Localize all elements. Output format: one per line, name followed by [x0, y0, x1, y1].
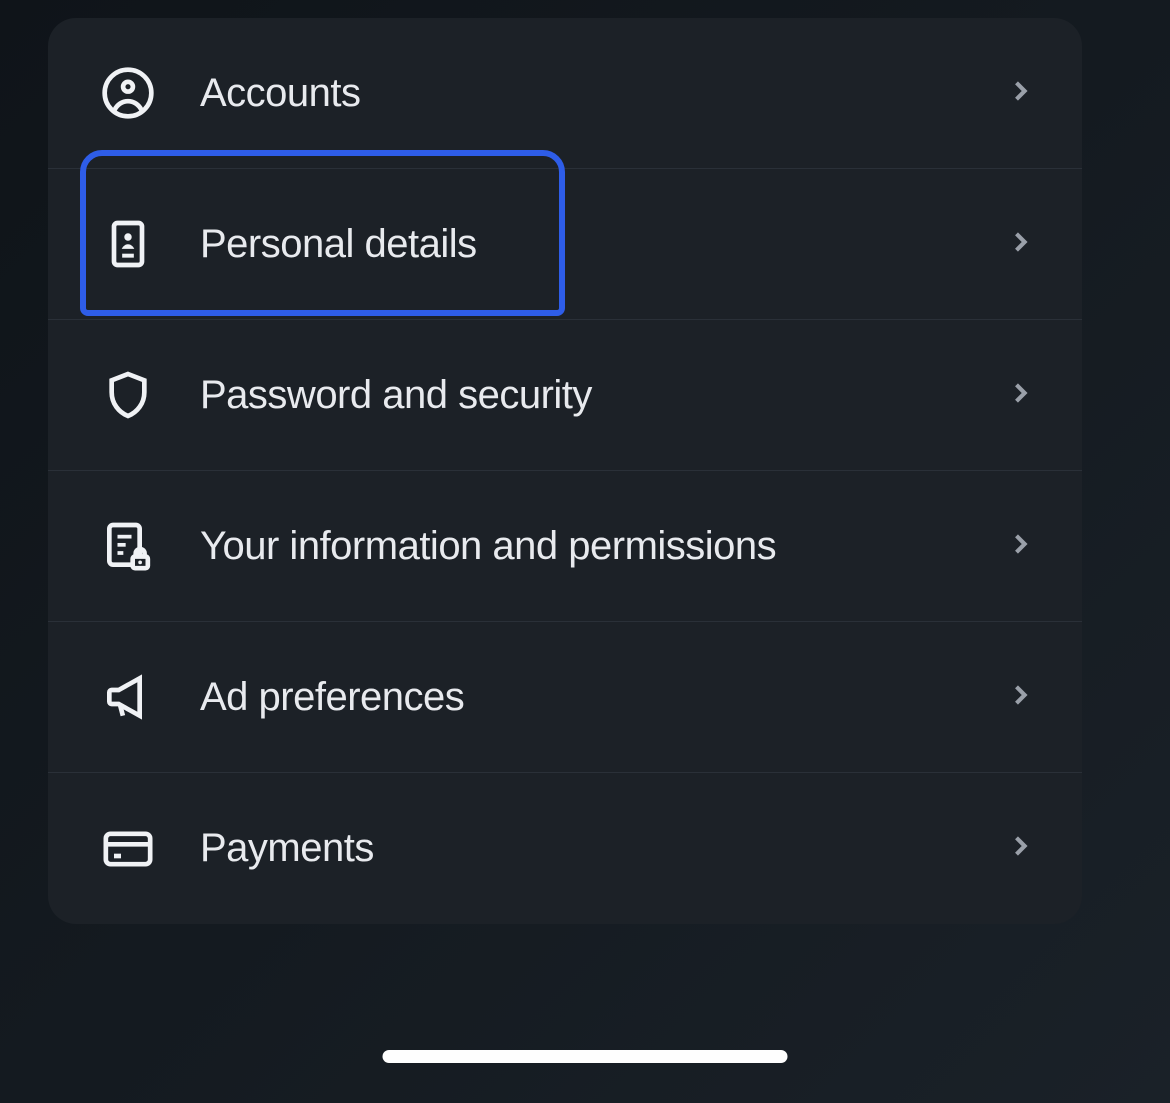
settings-row-payments[interactable]: Payments	[48, 773, 1082, 924]
chevron-right-icon	[1006, 77, 1034, 110]
shield-icon	[98, 365, 158, 425]
settings-row-label: Payments	[200, 826, 1006, 871]
home-indicator[interactable]	[383, 1050, 788, 1063]
settings-row-personal-details[interactable]: Personal details	[48, 169, 1082, 320]
settings-row-accounts[interactable]: Accounts	[48, 18, 1082, 169]
id-card-icon	[98, 214, 158, 274]
chevron-right-icon	[1006, 530, 1034, 563]
settings-row-password-security[interactable]: Password and security	[48, 320, 1082, 471]
settings-row-ad-preferences[interactable]: Ad preferences	[48, 622, 1082, 773]
credit-card-icon	[98, 819, 158, 879]
megaphone-icon	[98, 667, 158, 727]
settings-row-label: Personal details	[200, 222, 1006, 267]
chevron-right-icon	[1006, 228, 1034, 261]
chevron-right-icon	[1006, 379, 1034, 412]
chevron-right-icon	[1006, 832, 1034, 865]
settings-row-label: Password and security	[200, 373, 1006, 418]
settings-list: Accounts Personal details Password and s…	[48, 18, 1082, 924]
settings-row-label: Accounts	[200, 71, 1006, 116]
user-circle-icon	[98, 63, 158, 123]
settings-row-label: Your information and permissions	[200, 524, 1006, 569]
settings-row-info-permissions[interactable]: Your information and permissions	[48, 471, 1082, 622]
document-lock-icon	[98, 516, 158, 576]
chevron-right-icon	[1006, 681, 1034, 714]
settings-row-label: Ad preferences	[200, 675, 1006, 720]
